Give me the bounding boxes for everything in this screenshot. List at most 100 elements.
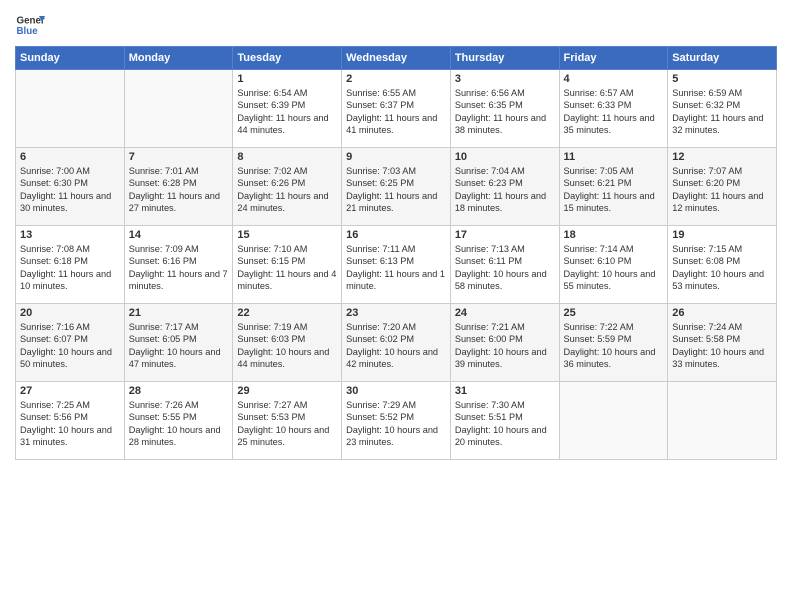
- day-number: 30: [346, 385, 446, 397]
- day-number: 9: [346, 151, 446, 163]
- day-info: Sunrise: 7:07 AM Sunset: 6:20 PM Dayligh…: [672, 165, 772, 215]
- calendar-day-cell: 29 Sunrise: 7:27 AM Sunset: 5:53 PM Dayli…: [233, 382, 342, 460]
- day-info: Sunrise: 7:04 AM Sunset: 6:23 PM Dayligh…: [455, 165, 555, 215]
- day-number: 7: [129, 151, 229, 163]
- calendar-week-row: 1 Sunrise: 6:54 AM Sunset: 6:39 PM Daylig…: [16, 70, 777, 148]
- day-info: Sunrise: 7:13 AM Sunset: 6:11 PM Dayligh…: [455, 243, 555, 293]
- day-number: 10: [455, 151, 555, 163]
- day-number: 28: [129, 385, 229, 397]
- calendar-day-cell: 4Sunrise: 6:57 AM Sunset: 6:33 PM Daylig…: [559, 70, 668, 148]
- calendar-day-cell: 31 Sunrise: 7:30 AM Sunset: 5:51 PM Dayli…: [450, 382, 559, 460]
- calendar-week-row: 6 Sunrise: 7:00 AM Sunset: 6:30 PM Daylig…: [16, 148, 777, 226]
- logo-icon: General Blue: [15, 10, 45, 40]
- weekday-header-cell: Wednesday: [342, 47, 451, 70]
- day-info: Sunrise: 7:17 AM Sunset: 6:05 PM Dayligh…: [129, 321, 229, 371]
- calendar-week-row: 20 Sunrise: 7:16 AM Sunset: 6:07 PM Dayli…: [16, 304, 777, 382]
- day-number: 5: [672, 73, 772, 85]
- calendar-day-cell: 11Sunrise: 7:05 AM Sunset: 6:21 PM Dayli…: [559, 148, 668, 226]
- day-info: Sunrise: 7:29 AM Sunset: 5:52 PM Dayligh…: [346, 399, 446, 449]
- calendar-day-cell: [668, 382, 777, 460]
- calendar-day-cell: 1 Sunrise: 6:54 AM Sunset: 6:39 PM Daylig…: [233, 70, 342, 148]
- day-number: 13: [20, 229, 120, 241]
- day-info: Sunrise: 7:16 AM Sunset: 6:07 PM Dayligh…: [20, 321, 120, 371]
- day-number: 14: [129, 229, 229, 241]
- calendar-day-cell: 20 Sunrise: 7:16 AM Sunset: 6:07 PM Dayli…: [16, 304, 125, 382]
- calendar-day-cell: 27Sunrise: 7:25 AM Sunset: 5:56 PM Dayli…: [16, 382, 125, 460]
- calendar-day-cell: 6 Sunrise: 7:00 AM Sunset: 6:30 PM Daylig…: [16, 148, 125, 226]
- calendar-body: 1 Sunrise: 6:54 AM Sunset: 6:39 PM Daylig…: [16, 70, 777, 460]
- day-info: Sunrise: 6:54 AM Sunset: 6:39 PM Dayligh…: [237, 87, 337, 137]
- calendar-day-cell: 28Sunrise: 7:26 AM Sunset: 5:55 PM Dayli…: [124, 382, 233, 460]
- calendar-day-cell: 23Sunrise: 7:20 AM Sunset: 6:02 PM Dayli…: [342, 304, 451, 382]
- calendar-week-row: 27Sunrise: 7:25 AM Sunset: 5:56 PM Dayli…: [16, 382, 777, 460]
- weekday-header-cell: Monday: [124, 47, 233, 70]
- day-number: 25: [564, 307, 664, 319]
- calendar-day-cell: 16Sunrise: 7:11 AM Sunset: 6:13 PM Dayli…: [342, 226, 451, 304]
- calendar-day-cell: 13Sunrise: 7:08 AM Sunset: 6:18 PM Dayli…: [16, 226, 125, 304]
- calendar-day-cell: 8 Sunrise: 7:02 AM Sunset: 6:26 PM Daylig…: [233, 148, 342, 226]
- calendar-day-cell: 14 Sunrise: 7:09 AM Sunset: 6:16 PM Dayli…: [124, 226, 233, 304]
- day-number: 4: [564, 73, 664, 85]
- calendar-day-cell: 7 Sunrise: 7:01 AM Sunset: 6:28 PM Daylig…: [124, 148, 233, 226]
- calendar-day-cell: 12Sunrise: 7:07 AM Sunset: 6:20 PM Dayli…: [668, 148, 777, 226]
- day-number: 29: [237, 385, 337, 397]
- day-number: 8: [237, 151, 337, 163]
- day-number: 22: [237, 307, 337, 319]
- calendar-day-cell: [124, 70, 233, 148]
- calendar-day-cell: 10 Sunrise: 7:04 AM Sunset: 6:23 PM Dayli…: [450, 148, 559, 226]
- day-info: Sunrise: 7:24 AM Sunset: 5:58 PM Dayligh…: [672, 321, 772, 371]
- calendar-day-cell: 2 Sunrise: 6:55 AM Sunset: 6:37 PM Daylig…: [342, 70, 451, 148]
- day-number: 1: [237, 73, 337, 85]
- day-number: 20: [20, 307, 120, 319]
- day-number: 26: [672, 307, 772, 319]
- calendar-table: SundayMondayTuesdayWednesdayThursdayFrid…: [15, 46, 777, 460]
- calendar-week-row: 13Sunrise: 7:08 AM Sunset: 6:18 PM Dayli…: [16, 226, 777, 304]
- day-number: 15: [237, 229, 337, 241]
- weekday-header-cell: Sunday: [16, 47, 125, 70]
- day-info: Sunrise: 6:55 AM Sunset: 6:37 PM Dayligh…: [346, 87, 446, 137]
- weekday-header-cell: Friday: [559, 47, 668, 70]
- day-info: Sunrise: 7:27 AM Sunset: 5:53 PM Dayligh…: [237, 399, 337, 449]
- day-info: Sunrise: 7:14 AM Sunset: 6:10 PM Dayligh…: [564, 243, 664, 293]
- weekday-header-cell: Tuesday: [233, 47, 342, 70]
- day-number: 31: [455, 385, 555, 397]
- day-number: 24: [455, 307, 555, 319]
- calendar-day-cell: [16, 70, 125, 148]
- day-number: 2: [346, 73, 446, 85]
- day-info: Sunrise: 7:30 AM Sunset: 5:51 PM Dayligh…: [455, 399, 555, 449]
- calendar-day-cell: 15 Sunrise: 7:10 AM Sunset: 6:15 PM Dayli…: [233, 226, 342, 304]
- calendar-day-cell: 19 Sunrise: 7:15 AM Sunset: 6:08 PM Dayli…: [668, 226, 777, 304]
- day-info: Sunrise: 7:03 AM Sunset: 6:25 PM Dayligh…: [346, 165, 446, 215]
- calendar-day-cell: 9 Sunrise: 7:03 AM Sunset: 6:25 PM Daylig…: [342, 148, 451, 226]
- weekday-header-row: SundayMondayTuesdayWednesdayThursdayFrid…: [16, 47, 777, 70]
- calendar-day-cell: 30 Sunrise: 7:29 AM Sunset: 5:52 PM Dayli…: [342, 382, 451, 460]
- day-info: Sunrise: 7:11 AM Sunset: 6:13 PM Dayligh…: [346, 243, 446, 293]
- day-number: 19: [672, 229, 772, 241]
- day-number: 18: [564, 229, 664, 241]
- weekday-header-cell: Thursday: [450, 47, 559, 70]
- day-info: Sunrise: 6:59 AM Sunset: 6:32 PM Dayligh…: [672, 87, 772, 137]
- day-info: Sunrise: 7:15 AM Sunset: 6:08 PM Dayligh…: [672, 243, 772, 293]
- day-info: Sunrise: 7:22 AM Sunset: 5:59 PM Dayligh…: [564, 321, 664, 371]
- day-info: Sunrise: 7:02 AM Sunset: 6:26 PM Dayligh…: [237, 165, 337, 215]
- calendar-day-cell: 26 Sunrise: 7:24 AM Sunset: 5:58 PM Dayli…: [668, 304, 777, 382]
- day-number: 3: [455, 73, 555, 85]
- day-number: 21: [129, 307, 229, 319]
- day-number: 23: [346, 307, 446, 319]
- day-number: 6: [20, 151, 120, 163]
- day-info: Sunrise: 7:09 AM Sunset: 6:16 PM Dayligh…: [129, 243, 229, 293]
- day-info: Sunrise: 6:56 AM Sunset: 6:35 PM Dayligh…: [455, 87, 555, 137]
- svg-text:Blue: Blue: [17, 26, 39, 37]
- day-info: Sunrise: 7:01 AM Sunset: 6:28 PM Dayligh…: [129, 165, 229, 215]
- weekday-header-cell: Saturday: [668, 47, 777, 70]
- calendar-day-cell: 25 Sunrise: 7:22 AM Sunset: 5:59 PM Dayli…: [559, 304, 668, 382]
- calendar-day-cell: 22 Sunrise: 7:19 AM Sunset: 6:03 PM Dayli…: [233, 304, 342, 382]
- header: General Blue: [15, 10, 777, 40]
- calendar-day-cell: 24Sunrise: 7:21 AM Sunset: 6:00 PM Dayli…: [450, 304, 559, 382]
- day-info: Sunrise: 7:10 AM Sunset: 6:15 PM Dayligh…: [237, 243, 337, 293]
- logo: General Blue: [15, 10, 45, 40]
- day-info: Sunrise: 7:05 AM Sunset: 6:21 PM Dayligh…: [564, 165, 664, 215]
- day-info: Sunrise: 7:19 AM Sunset: 6:03 PM Dayligh…: [237, 321, 337, 371]
- calendar-day-cell: 21 Sunrise: 7:17 AM Sunset: 6:05 PM Dayli…: [124, 304, 233, 382]
- day-info: Sunrise: 7:00 AM Sunset: 6:30 PM Dayligh…: [20, 165, 120, 215]
